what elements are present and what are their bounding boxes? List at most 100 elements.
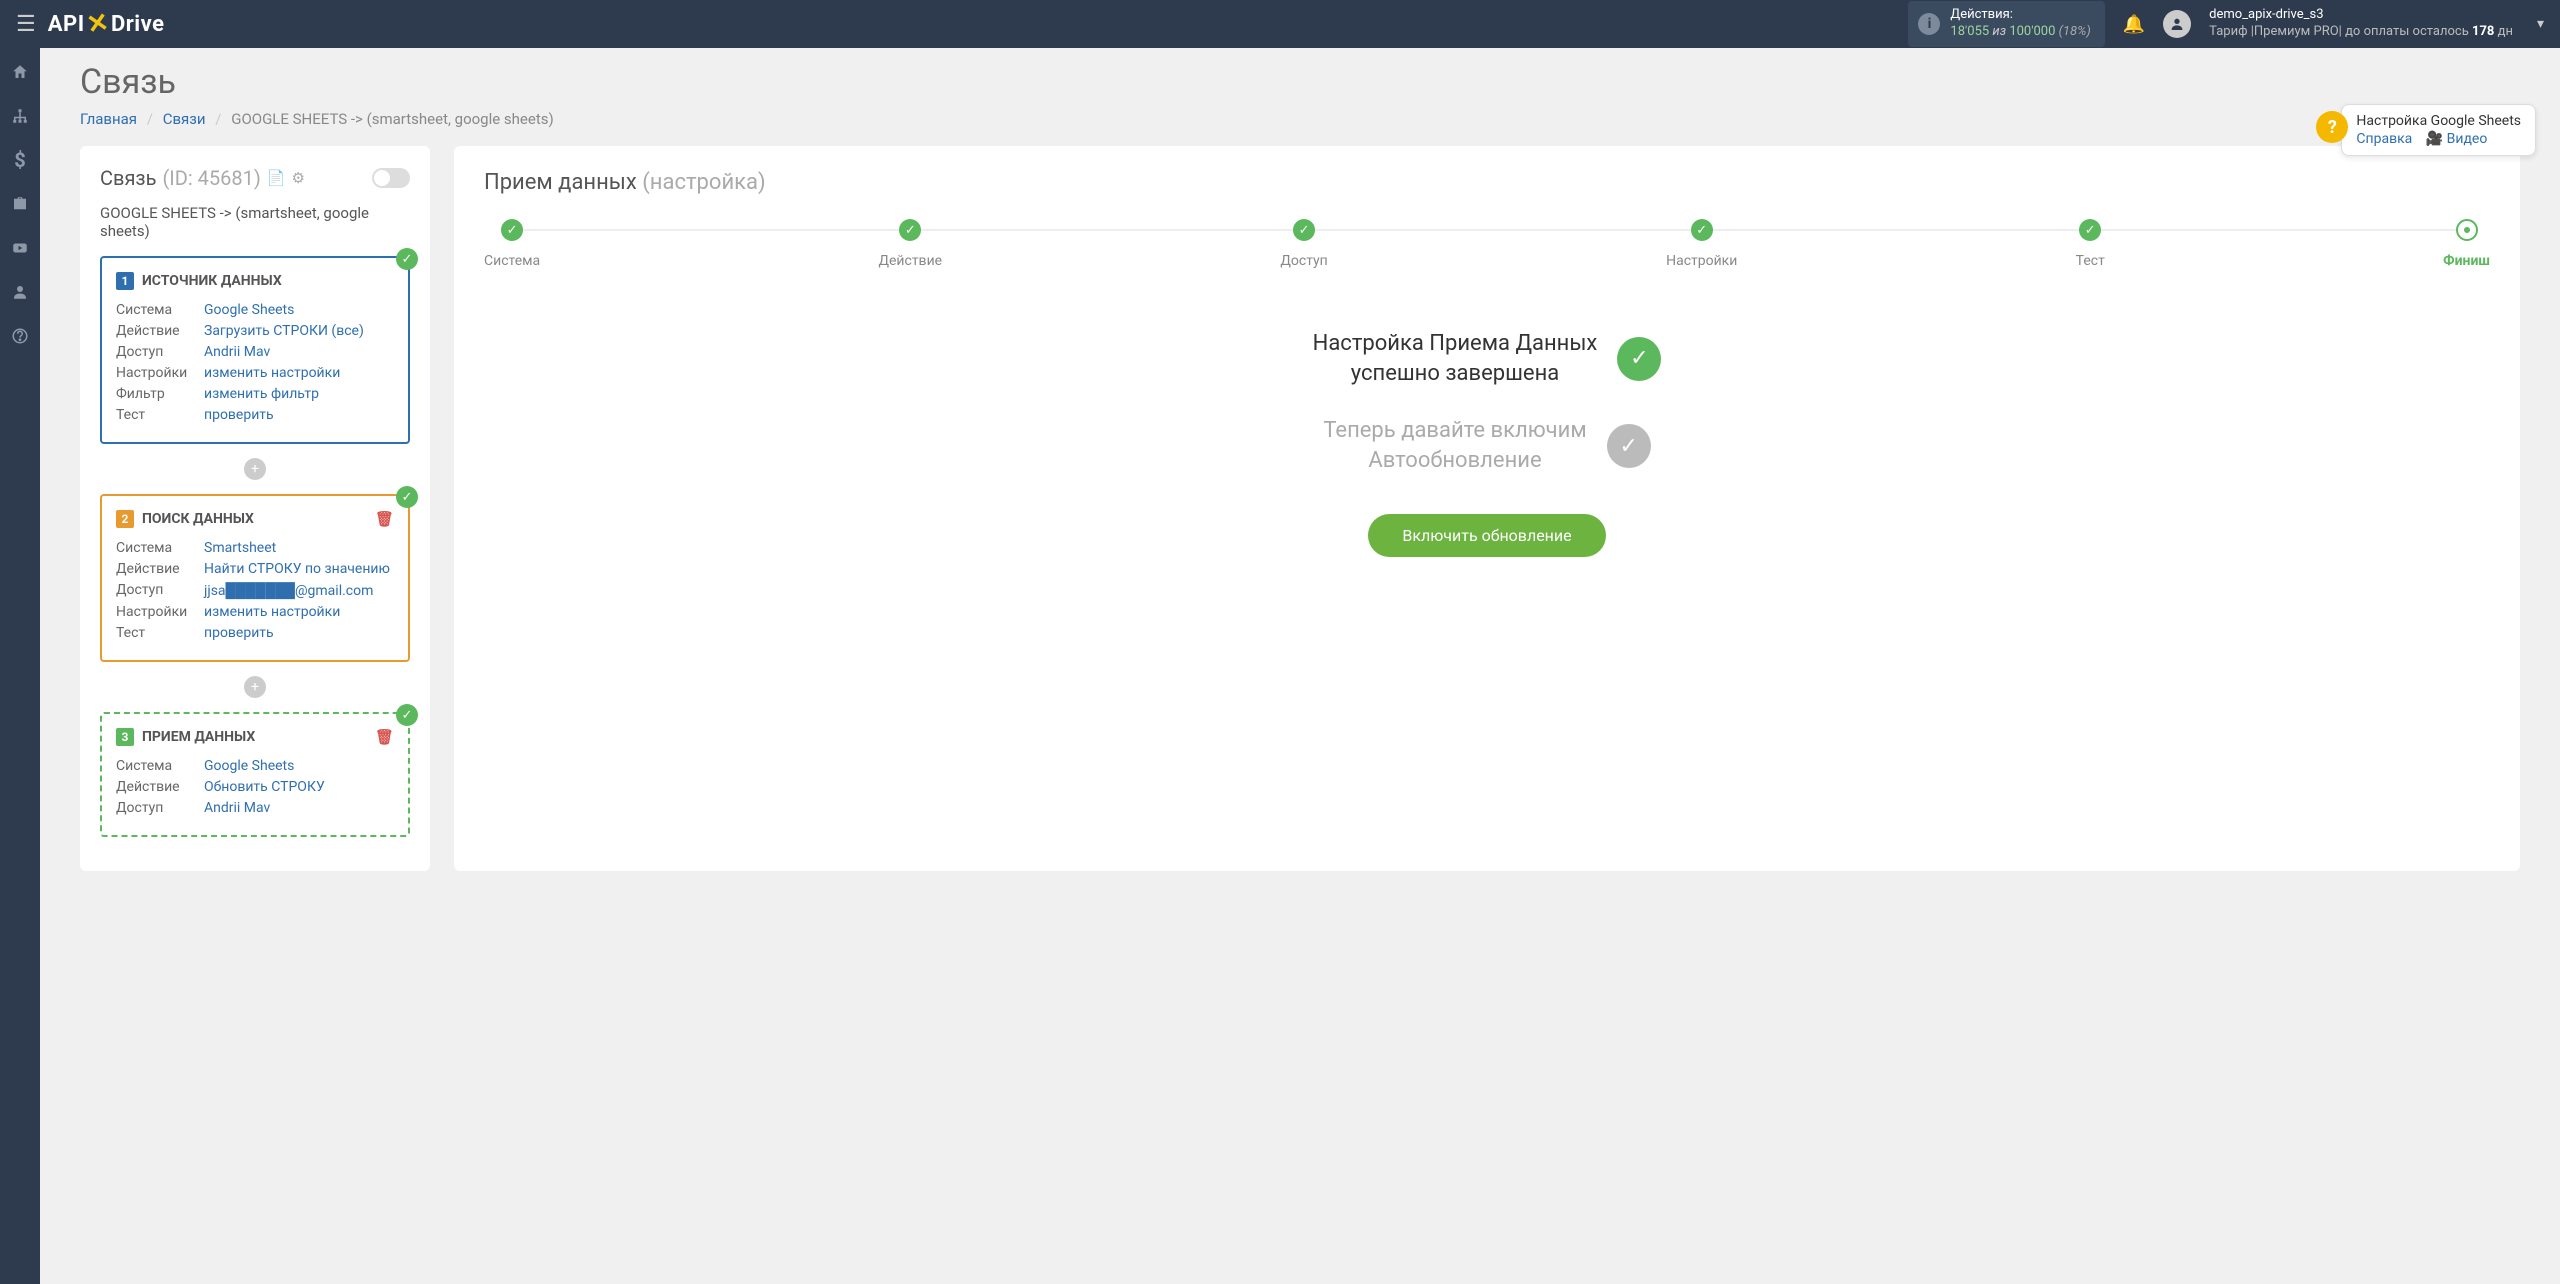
sidebar: $: [0, 48, 40, 1284]
logo-text-1: API: [48, 12, 85, 37]
row-label: Действие: [116, 779, 204, 795]
page-title: Связь: [80, 62, 2520, 102]
actions-label: Действия:: [1950, 7, 2090, 24]
dollar-icon[interactable]: $: [8, 148, 32, 172]
row-label: Настройки: [116, 604, 204, 620]
card-title: ИСТОЧНИК ДАННЫХ: [142, 273, 282, 289]
copy-icon[interactable]: 📄: [267, 169, 286, 187]
card-title: ПОИСК ДАННЫХ: [142, 511, 254, 527]
user-icon[interactable]: [8, 280, 32, 304]
row-value[interactable]: Andrii Mav: [204, 344, 270, 360]
row-label: Действие: [116, 561, 204, 577]
video-icon: 🎥: [2426, 131, 2447, 147]
check-icon: ✓: [1607, 424, 1651, 468]
row-label: Тест: [116, 407, 204, 423]
row-value[interactable]: Обновить СТРОКУ: [204, 779, 325, 795]
source-card: ✓ 1ИСТОЧНИК ДАННЫХ СистемаGoogle Sheets …: [100, 256, 410, 444]
breadcrumb: Главная / Связи / GOOGLE SHEETS -> (smar…: [80, 110, 2520, 128]
link-title: Связь: [100, 166, 156, 190]
help-question-icon[interactable]: ?: [2316, 111, 2348, 143]
topbar: ☰ API ✕ Drive i Действия: 18'055 из 100'…: [0, 0, 2560, 48]
panel-title: Прием данных (настройка): [484, 170, 2490, 195]
row-label: Доступ: [116, 800, 204, 816]
row-value[interactable]: Загрузить СТРОКИ (все): [204, 323, 364, 339]
step-test[interactable]: ✓Тест: [2076, 219, 2105, 269]
help-bubble: ? Настройка Google Sheets Справка 🎥 Виде…: [2341, 104, 2536, 156]
menu-icon[interactable]: ☰: [16, 12, 36, 37]
help-title: Настройка Google Sheets: [2356, 113, 2521, 129]
check-icon: ✓: [396, 248, 418, 270]
step-action[interactable]: ✓Действие: [878, 219, 942, 269]
help-ref-link[interactable]: Справка: [2356, 131, 2412, 147]
row-label: Система: [116, 302, 204, 318]
row-value[interactable]: изменить настройки: [204, 604, 340, 620]
chevron-down-icon[interactable]: ▾: [2537, 16, 2544, 32]
row-label: Доступ: [116, 582, 204, 599]
bc-home[interactable]: Главная: [80, 110, 137, 128]
row-label: Фильтр: [116, 386, 204, 402]
row-value[interactable]: изменить фильтр: [204, 386, 319, 402]
check-icon: ✓: [396, 704, 418, 726]
status-next: Теперь давайте включимАвтообновление ✓: [1247, 416, 1727, 475]
check-icon: ✓: [1617, 337, 1661, 381]
step-system[interactable]: ✓Система: [484, 219, 540, 269]
help-video-link[interactable]: 🎥 Видео: [2426, 131, 2488, 147]
row-label: Система: [116, 758, 204, 774]
enable-update-button[interactable]: Включить обновление: [1368, 514, 1605, 557]
username: demo_apix-drive_s3: [2209, 7, 2513, 24]
home-icon[interactable]: [8, 60, 32, 84]
left-panel: Связь (ID: 45681) 📄 ⚙ GOOGLE SHEETS -> (…: [80, 146, 430, 871]
row-label: Доступ: [116, 344, 204, 360]
row-value[interactable]: проверить: [204, 407, 274, 423]
help-icon[interactable]: [8, 324, 32, 348]
trash-icon[interactable]: 🗑: [375, 728, 394, 746]
step-settings[interactable]: ✓Настройки: [1666, 219, 1737, 269]
row-value[interactable]: Найти СТРОКУ по значению: [204, 561, 390, 577]
row-value[interactable]: изменить настройки: [204, 365, 340, 381]
add-step-button[interactable]: +: [244, 676, 266, 698]
user-info[interactable]: demo_apix-drive_s3 Тариф |Премиум PRO| д…: [2209, 7, 2513, 41]
row-value[interactable]: Google Sheets: [204, 758, 294, 774]
row-label: Действие: [116, 323, 204, 339]
status-success: Настройка Приема Данныхуспешно завершена…: [1247, 329, 1727, 388]
card-num: 3: [116, 728, 134, 746]
row-label: Система: [116, 540, 204, 556]
row-value[interactable]: Smartsheet: [204, 540, 276, 556]
row-value[interactable]: Google Sheets: [204, 302, 294, 318]
avatar[interactable]: [2163, 10, 2191, 38]
logo[interactable]: API ✕ Drive: [48, 9, 165, 39]
card-num: 2: [116, 510, 134, 528]
trash-icon[interactable]: 🗑: [375, 510, 394, 528]
right-panel: Прием данных (настройка) ✓Система ✓Дейст…: [454, 146, 2520, 871]
link-subtitle: GOOGLE SHEETS -> (smartsheet, google she…: [100, 204, 410, 240]
card-num: 1: [116, 272, 134, 290]
search-card: ✓ 2ПОИСК ДАННЫХ🗑 СистемаSmartsheet Дейст…: [100, 494, 410, 662]
gear-icon[interactable]: ⚙: [292, 169, 305, 187]
card-title: ПРИЕМ ДАННЫХ: [142, 729, 255, 745]
step-finish[interactable]: Финиш: [2443, 219, 2490, 269]
row-value[interactable]: проверить: [204, 625, 274, 641]
row-label: Настройки: [116, 365, 204, 381]
bc-links[interactable]: Связи: [163, 110, 206, 128]
youtube-icon[interactable]: [8, 236, 32, 260]
logo-x-icon: ✕: [84, 7, 111, 40]
bell-icon[interactable]: 🔔: [2123, 14, 2145, 35]
row-value[interactable]: jjsa███████@gmail.com: [204, 582, 373, 599]
row-label: Тест: [116, 625, 204, 641]
row-value[interactable]: Andrii Mav: [204, 800, 270, 816]
actions-counter[interactable]: i Действия: 18'055 из 100'000 (18%): [1908, 1, 2104, 47]
bc-current: GOOGLE SHEETS -> (smartsheet, google she…: [231, 110, 553, 128]
progress-steps: ✓Система ✓Действие ✓Доступ ✓Настройки ✓Т…: [484, 219, 2490, 269]
briefcase-icon[interactable]: [8, 192, 32, 216]
dest-card: ✓ 3ПРИЕМ ДАННЫХ🗑 СистемаGoogle Sheets Де…: [100, 712, 410, 837]
check-icon: ✓: [396, 486, 418, 508]
tariff-line: Тариф |Премиум PRO| до оплаты осталось 1…: [2209, 24, 2513, 41]
logo-text-2: Drive: [111, 12, 165, 37]
enable-toggle[interactable]: [372, 168, 410, 188]
step-access[interactable]: ✓Доступ: [1280, 219, 1327, 269]
add-step-button[interactable]: +: [244, 458, 266, 480]
actions-value: 18'055 из 100'000 (18%): [1950, 24, 2090, 41]
network-icon[interactable]: [8, 104, 32, 128]
link-id: (ID: 45681): [162, 166, 260, 190]
info-icon: i: [1918, 13, 1940, 35]
